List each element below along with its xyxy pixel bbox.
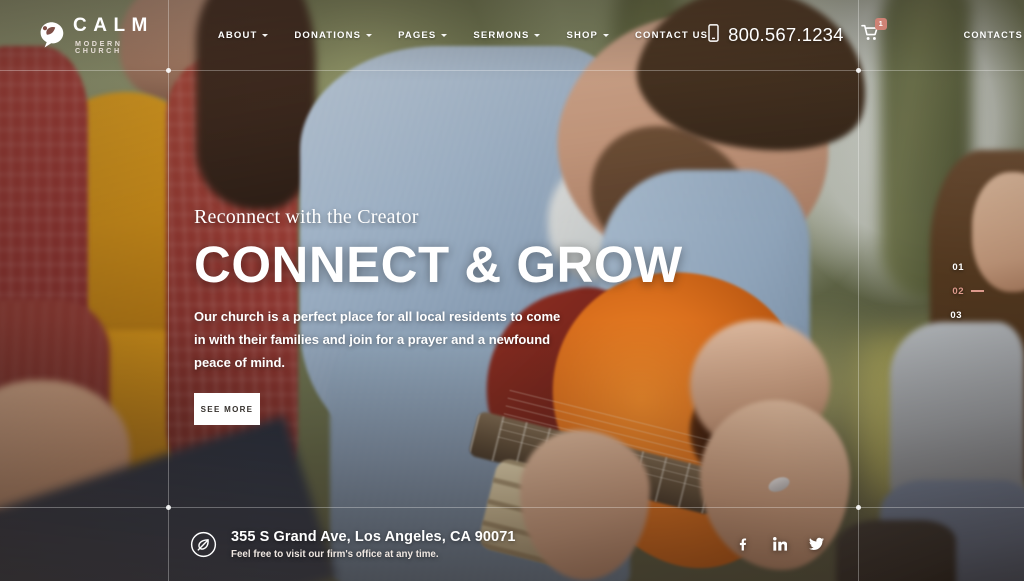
hero-slider-page: CALM MODERN CHURCH ABOUT DONATIONS PAGES… <box>0 0 1024 581</box>
chevron-down-icon <box>262 34 269 37</box>
slider-pagination: 01 02 03 <box>950 255 984 327</box>
twitter-icon[interactable] <box>809 537 824 552</box>
nav-item-sermons[interactable]: SERMONS <box>473 29 541 41</box>
slider-bullet-03[interactable]: 03 <box>950 303 962 327</box>
nav-item-about[interactable]: ABOUT <box>218 30 269 41</box>
chevron-down-icon <box>366 34 373 37</box>
page-title: CONNECT & GROW <box>194 236 683 293</box>
facebook-icon[interactable] <box>735 537 750 552</box>
nav-item-donations[interactable]: DONATIONS <box>294 29 373 41</box>
nav-label: DONATIONS <box>294 29 362 41</box>
nav-label: SHOP <box>566 29 599 41</box>
nav-item-pages[interactable]: PAGES <box>398 29 448 41</box>
address-text: 355 S Grand Ave, Los Angeles, CA 90071 <box>231 528 516 545</box>
nav-item-shop[interactable]: SHOP <box>566 29 610 41</box>
address-note: Feel free to visit our firm's office at … <box>231 548 439 560</box>
cart-count-badge: 1 <box>874 18 887 30</box>
hero-eyebrow: Reconnect with the Creator <box>194 206 419 228</box>
active-dash-icon <box>971 290 984 292</box>
dove-leaf-mark-icon <box>38 21 64 49</box>
see-more-button[interactable]: SEE MORE <box>194 393 260 426</box>
site-header: CALM MODERN CHURCH ABOUT DONATIONS PAGES… <box>0 0 1024 70</box>
leaf-location-icon <box>190 531 217 558</box>
main-navigation: ABOUT DONATIONS PAGES SERMONS SHOP CONTA… <box>218 30 708 41</box>
logo-tagline: MODERN CHURCH <box>75 38 123 55</box>
hero-content: Reconnect with the Creator CONNECT & GRO… <box>194 206 683 426</box>
contacts-link[interactable]: CONTACTS <box>964 30 1023 40</box>
nav-label: CONTACT US <box>635 29 709 41</box>
mobile-phone-icon <box>708 23 719 47</box>
chevron-down-icon <box>441 34 448 37</box>
chevron-down-icon <box>603 34 610 37</box>
address-block: 355 S Grand Ave, Los Angeles, CA 90071 F… <box>190 529 516 560</box>
phone-link[interactable]: 800.567.1234 <box>708 23 844 47</box>
hero-description: Our church is a perfect place for all lo… <box>194 309 561 371</box>
logo-name: CALM <box>73 14 154 36</box>
nav-label: ABOUT <box>217 29 258 41</box>
nav-label: SERMONS <box>473 29 530 41</box>
shopping-cart-icon <box>860 24 880 45</box>
slider-bullet-label: 03 <box>950 309 962 321</box>
slider-bullet-label: 02 <box>952 285 964 297</box>
chevron-down-icon <box>534 34 541 37</box>
slider-bullet-label: 01 <box>952 261 964 273</box>
nav-label: PAGES <box>398 29 437 41</box>
linkedin-icon[interactable] <box>772 537 787 552</box>
nav-item-contact-us[interactable]: CONTACT US <box>635 30 708 41</box>
cart-button[interactable]: 1 <box>860 18 887 46</box>
header-utilities: 800.567.1234 1 CONTACTS <box>708 18 1024 51</box>
slider-bullet-01[interactable]: 01 <box>950 255 964 279</box>
site-logo[interactable]: CALM MODERN CHURCH <box>38 16 154 54</box>
hero-bottom-bar: 355 S Grand Ave, Los Angeles, CA 90071 F… <box>0 507 1024 581</box>
slider-bullet-02[interactable]: 02 <box>950 279 984 303</box>
social-links <box>735 537 824 552</box>
phone-number: 800.567.1234 <box>728 24 844 45</box>
